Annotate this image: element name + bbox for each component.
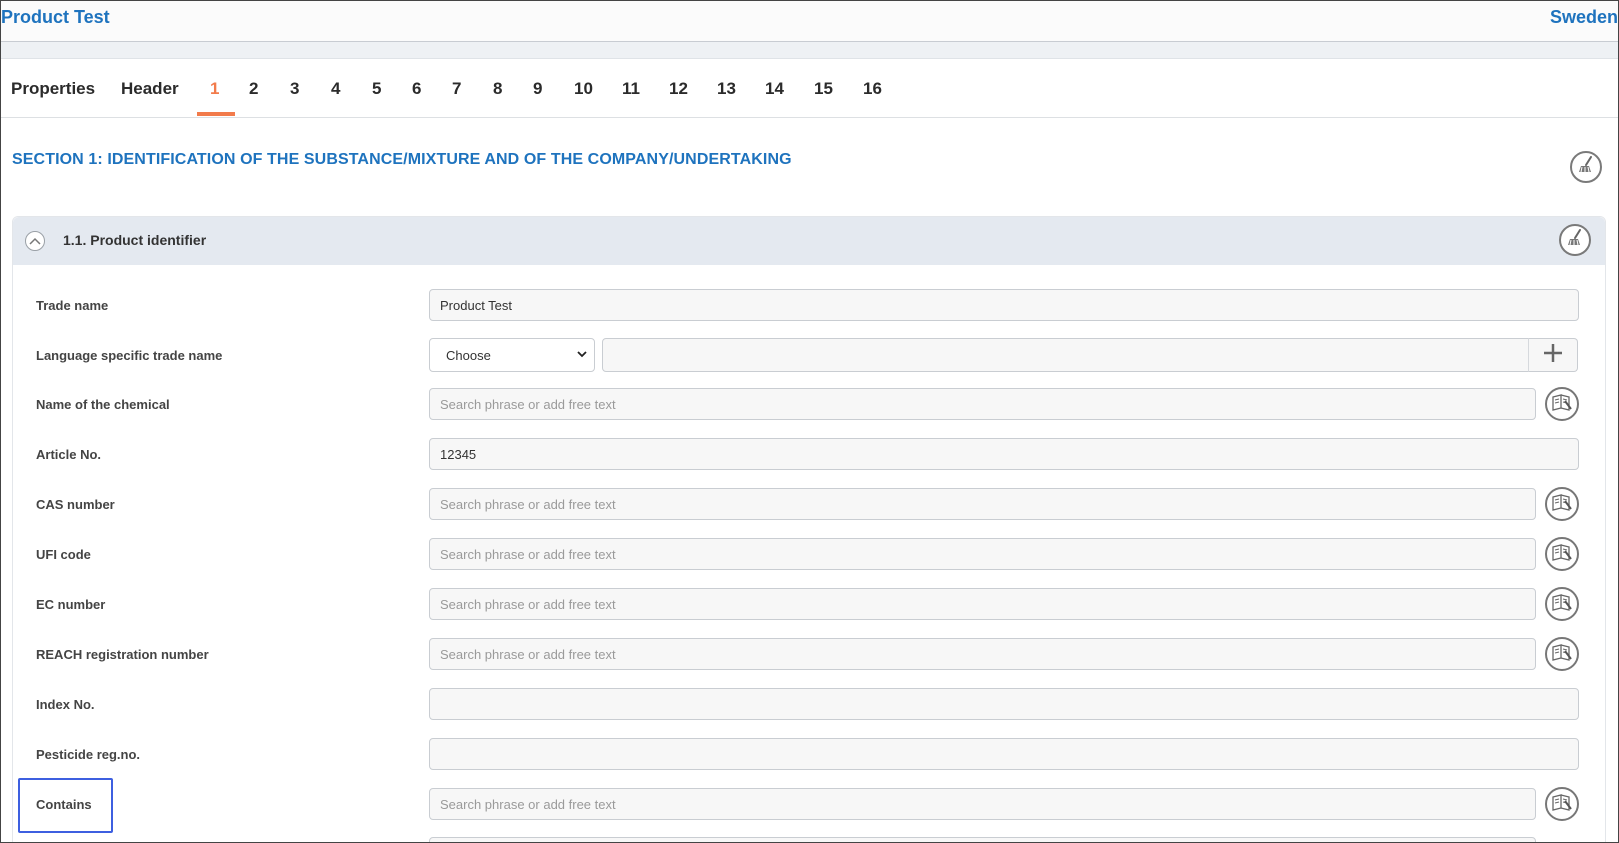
phrase-book-icon <box>1551 792 1573 817</box>
plus-icon <box>1542 342 1564 369</box>
tab-15[interactable]: 15 <box>814 79 833 99</box>
phrase-book-icon <box>1551 492 1573 517</box>
active-tab-indicator <box>197 112 235 116</box>
phrase-book-icon <box>1551 542 1573 567</box>
index-no-input[interactable] <box>429 688 1579 720</box>
tab-4[interactable]: 4 <box>331 79 340 99</box>
ufi-code-input[interactable] <box>429 538 1536 570</box>
ec-number-label: EC number <box>36 597 106 612</box>
tab-properties[interactable]: Properties <box>11 79 95 99</box>
phrase-lookup-button[interactable] <box>1545 387 1579 421</box>
pesticide-no-label: Pesticide reg.no. <box>36 747 141 762</box>
chevron-down-icon <box>576 348 588 363</box>
language-select[interactable]: Choose <box>429 338 595 372</box>
contains-highlight-box <box>18 778 113 833</box>
collapse-button[interactable] <box>25 231 45 251</box>
trade-name-input[interactable] <box>429 289 1579 321</box>
phrase-lookup-button[interactable] <box>1545 587 1579 621</box>
next-field-input[interactable] <box>429 837 1536 842</box>
reach-number-label: REACH registration number <box>36 647 209 662</box>
tab-1[interactable]: 1 <box>210 79 219 99</box>
panel-title: 1.1. Product identifier <box>63 232 207 248</box>
chevron-up-icon <box>29 232 41 250</box>
tab-14[interactable]: 14 <box>765 79 784 99</box>
clear-panel-button[interactable] <box>1559 224 1591 256</box>
trade-name-label: Trade name <box>36 298 109 313</box>
phrase-book-icon <box>1551 392 1573 417</box>
phrase-lookup-button[interactable] <box>1545 537 1579 571</box>
cas-number-label: CAS number <box>36 497 115 512</box>
clear-section-button[interactable] <box>1570 151 1602 183</box>
app-window: Product Test Sweden Properties Header 1 … <box>0 0 1619 843</box>
language-trade-name-input[interactable] <box>602 338 1529 372</box>
phrase-book-icon <box>1551 592 1573 617</box>
tab-7[interactable]: 7 <box>452 79 461 99</box>
index-no-label: Index No. <box>36 697 95 712</box>
tab-5[interactable]: 5 <box>372 79 381 99</box>
country-label[interactable]: Sweden <box>1550 7 1618 28</box>
article-no-input[interactable] <box>429 438 1579 470</box>
tab-3[interactable]: 3 <box>290 79 299 99</box>
panel-header[interactable]: 1.1. Product identifier <box>13 217 1605 265</box>
header-band <box>1 42 1618 59</box>
ec-number-input[interactable] <box>429 588 1536 620</box>
section-title: SECTION 1: IDENTIFICATION OF THE SUBSTAN… <box>12 151 792 168</box>
tab-12[interactable]: 12 <box>669 79 688 99</box>
broom-icon <box>1565 228 1585 253</box>
add-language-button[interactable] <box>1528 338 1578 372</box>
pesticide-no-input[interactable] <box>429 738 1579 770</box>
tab-header[interactable]: Header <box>121 79 179 99</box>
top-bar: Product Test Sweden <box>1 1 1618 42</box>
chemical-name-input[interactable] <box>429 388 1536 420</box>
chemical-name-label: Name of the chemical <box>36 397 170 412</box>
tab-16[interactable]: 16 <box>863 79 882 99</box>
tab-11[interactable]: 11 <box>622 79 640 99</box>
product-title: Product Test <box>1 7 110 27</box>
contains-input[interactable] <box>429 788 1536 820</box>
tab-8[interactable]: 8 <box>493 79 502 99</box>
broom-icon <box>1576 155 1596 180</box>
tab-2[interactable]: 2 <box>249 79 258 99</box>
section-tabs: Properties Header 1 2 3 4 5 6 7 8 9 10 1… <box>1 59 1618 118</box>
language-select-value: Choose <box>446 348 491 363</box>
phrase-lookup-button[interactable] <box>1545 487 1579 521</box>
phrase-lookup-button[interactable] <box>1545 787 1579 821</box>
cas-number-input[interactable] <box>429 488 1536 520</box>
reach-number-input[interactable] <box>429 638 1536 670</box>
language-trade-name-label: Language specific trade name <box>36 348 223 363</box>
tab-9[interactable]: 9 <box>533 79 542 99</box>
article-no-label: Article No. <box>36 447 102 462</box>
tab-6[interactable]: 6 <box>412 79 421 99</box>
ufi-code-label: UFI code <box>36 547 91 562</box>
tab-10[interactable]: 10 <box>574 79 593 99</box>
phrase-lookup-button[interactable] <box>1545 637 1579 671</box>
tab-13[interactable]: 13 <box>717 79 736 99</box>
phrase-book-icon <box>1551 642 1573 667</box>
